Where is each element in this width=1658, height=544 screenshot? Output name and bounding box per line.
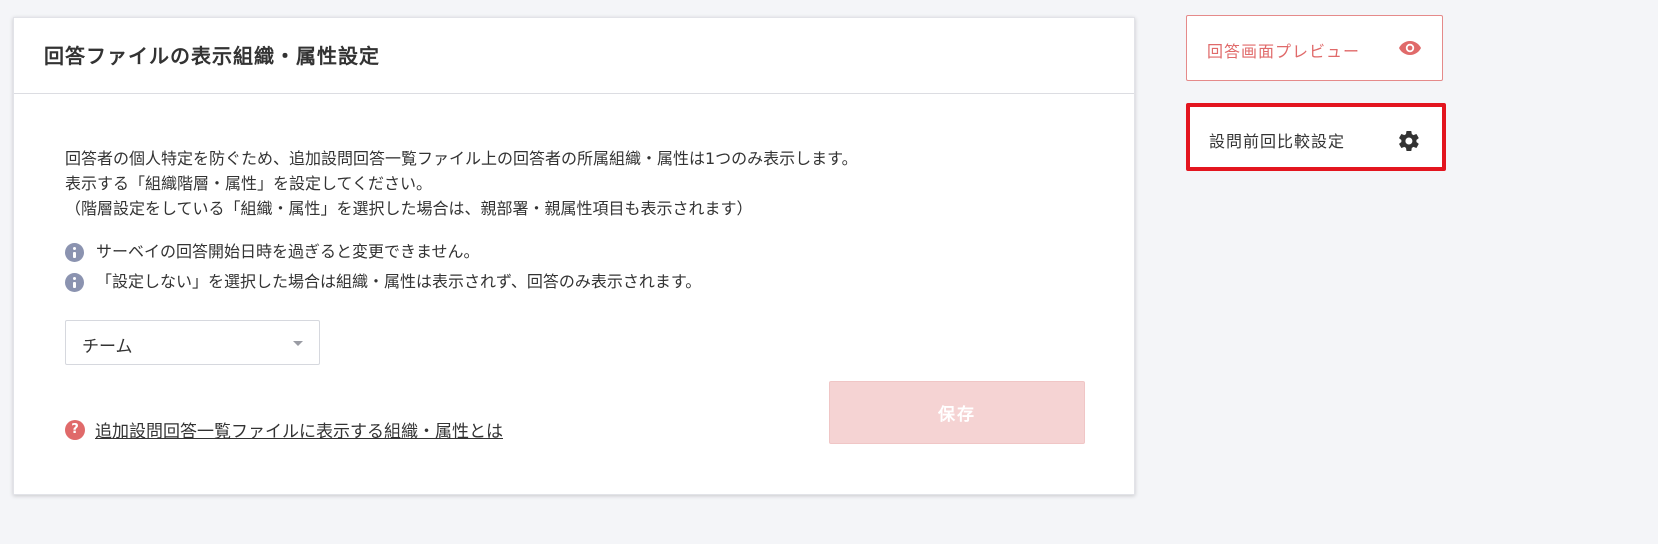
chevron-down-icon (293, 341, 303, 346)
org-attribute-select[interactable]: チーム (65, 320, 320, 365)
notes-list: サーベイの回答開始日時を過ぎると変更できません。 「設定しない」を選択した場合は… (65, 235, 701, 295)
note-item: 「設定しない」を選択した場合は組織・属性は表示されず、回答のみ表示されます。 (65, 265, 701, 295)
gear-icon (1399, 130, 1419, 152)
description-line: 回答者の個人特定を防ぐため、追加設問回答一覧ファイル上の回答者の所属組織・属性は… (65, 149, 858, 168)
settings-card: 回答ファイルの表示組織・属性設定 回答者の個人特定を防ぐため、追加設問回答一覧フ… (13, 17, 1135, 495)
compare-button-label: 設問前回比較設定 (1209, 132, 1346, 151)
description-line: 表示する「組織階層・属性」を設定してください。 (65, 174, 433, 193)
help-link[interactable]: 追加設問回答一覧ファイルに表示する組織・属性とは (95, 417, 503, 442)
card-header: 回答ファイルの表示組織・属性設定 (14, 18, 1134, 94)
question-icon: ? (65, 419, 85, 440)
select-value: チーム (82, 337, 133, 357)
info-icon (65, 272, 84, 292)
preview-button[interactable]: 回答画面プレビュー (1186, 15, 1443, 81)
description-line: （階層設定をしている「組織・属性」を選択した場合は、親部署・親属性項目も表示され… (65, 199, 753, 218)
note-item: サーベイの回答開始日時を過ぎると変更できません。 (65, 235, 701, 265)
description: 回答者の個人特定を防ぐため、追加設問回答一覧ファイル上の回答者の所属組織・属性は… (65, 146, 858, 221)
card-title: 回答ファイルの表示組織・属性設定 (44, 44, 380, 68)
info-icon (65, 242, 84, 262)
help-row: ? 追加設問回答一覧ファイルに表示する組織・属性とは (65, 417, 503, 442)
note-text: サーベイの回答開始日時を過ぎると変更できません。 (96, 242, 480, 261)
eye-icon (1399, 41, 1421, 55)
save-button[interactable]: 保存 (829, 381, 1085, 444)
note-text: 「設定しない」を選択した場合は組織・属性は表示されず、回答のみ表示されます。 (96, 272, 702, 291)
preview-button-label: 回答画面プレビュー (1207, 42, 1361, 61)
compare-settings-button[interactable]: 設問前回比較設定 (1186, 103, 1446, 171)
